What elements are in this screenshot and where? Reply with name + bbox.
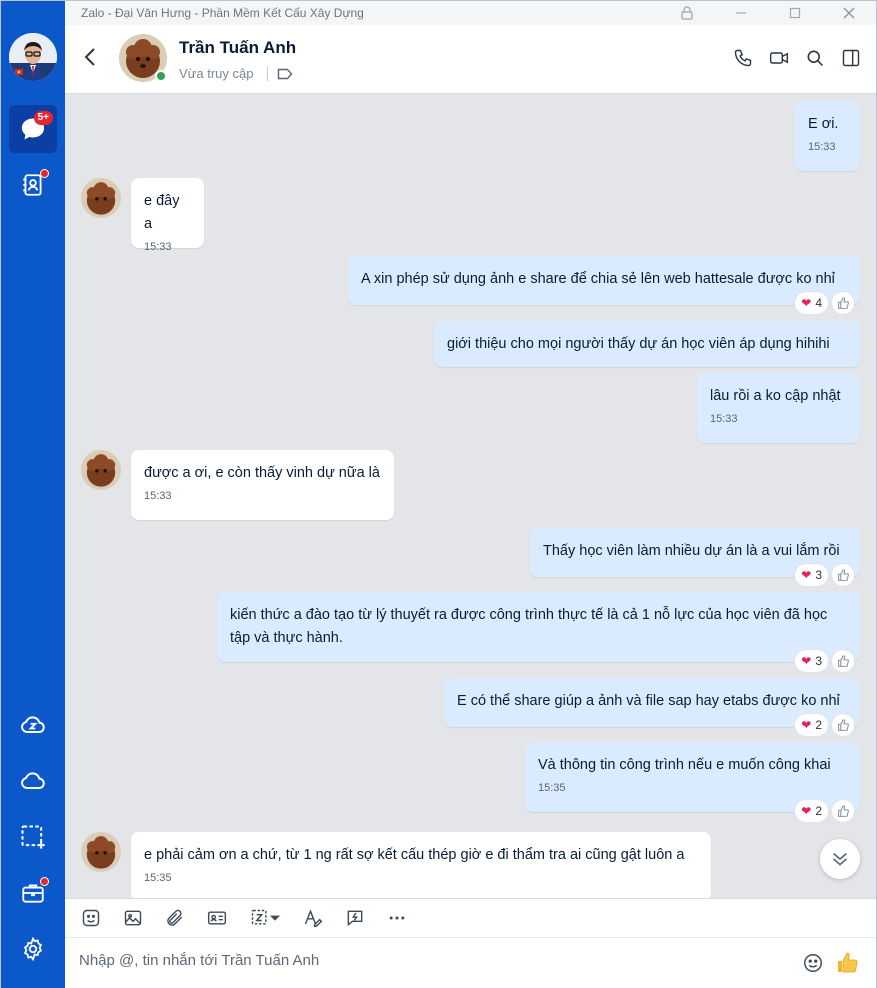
message-bubble-incoming[interactable]: e phải cảm ơn a chứ, từ 1 ng rất sợ kết … <box>131 832 711 898</box>
message-bubble-incoming[interactable]: được a ơi, e còn thấy vinh dự nữa là 15:… <box>131 450 394 520</box>
attachment-icon[interactable] <box>163 906 187 930</box>
composer-toolbar <box>65 898 876 938</box>
heart-reaction[interactable]: ❤ 2 <box>795 714 828 736</box>
message-text: kiến thức a đào tạo từ lý thuyết ra được… <box>230 607 828 646</box>
message-text: A xin phép sử dụng ảnh e share để chia s… <box>361 271 835 287</box>
heart-reaction[interactable]: ❤ 2 <box>795 800 828 822</box>
contact-card-icon[interactable] <box>205 906 229 930</box>
back-icon[interactable] <box>83 47 97 72</box>
notification-dot <box>40 877 49 886</box>
heart-reaction[interactable]: ❤ 3 <box>795 564 828 586</box>
message-reactions[interactable]: ❤ 2 <box>795 714 854 736</box>
message-text: giới thiệu cho mọi người thấy dự án học … <box>447 336 830 352</box>
close-button[interactable] <box>822 1 876 25</box>
message-text: e phải cảm ơn a chứ, từ 1 ng rất sợ kết … <box>144 847 685 863</box>
gear-icon <box>23 936 43 962</box>
sidebar-toggle-icon[interactable] <box>840 47 862 69</box>
message-reactions[interactable]: ❤ 3 <box>795 564 854 586</box>
sticker-icon[interactable] <box>79 906 103 930</box>
heart-reaction[interactable]: ❤ 4 <box>795 292 828 314</box>
sidebar-item-screenshot[interactable] <box>9 813 57 861</box>
divider <box>267 67 268 81</box>
like-icon[interactable] <box>832 650 854 672</box>
contact-avatar-small[interactable] <box>81 450 121 490</box>
contact-avatar-small[interactable] <box>81 832 121 872</box>
contact-avatar-small[interactable] <box>81 178 121 218</box>
message-reactions[interactable]: ❤ 3 <box>795 650 854 672</box>
message-bubble-incoming[interactable]: e đây a 15:33 <box>131 178 204 253</box>
video-call-icon[interactable] <box>768 47 790 69</box>
image-icon[interactable] <box>121 906 145 930</box>
sidebar: 5+ <box>1 1 65 988</box>
window-titlebar: Zalo - Đại Văn Hưng - Phần Mềm Kết Cấu X… <box>65 1 876 25</box>
minimize-button[interactable] <box>714 1 768 25</box>
conversation-header: Trần Tuấn Anh Vừa truy cập <box>65 25 876 94</box>
scroll-to-bottom-button[interactable] <box>820 839 860 879</box>
notification-dot <box>40 169 49 178</box>
message-time: 15:33 <box>144 490 172 502</box>
like-icon[interactable] <box>832 564 854 586</box>
zcloud-icon <box>21 716 45 733</box>
contact-status: Vừa truy cập <box>179 66 254 81</box>
emoji-icon[interactable] <box>802 952 824 979</box>
search-icon[interactable] <box>804 47 826 69</box>
heart-reaction[interactable]: ❤ 3 <box>795 650 828 672</box>
phone-icon[interactable] <box>732 47 754 69</box>
window-title: Zalo - Đại Văn Hưng - Phần Mềm Kết Cấu X… <box>81 6 364 20</box>
message-text: lâu rồi a ko cập nhật <box>710 388 841 404</box>
sidebar-item-messages[interactable]: 5+ <box>9 105 57 153</box>
message-input[interactable] <box>79 952 779 969</box>
message-time: 15:35 <box>144 872 172 884</box>
message-text: Thấy học viên làm nhiều dự án là a vui l… <box>543 543 840 559</box>
more-options-icon[interactable] <box>385 906 409 930</box>
lock-icon[interactable] <box>660 1 714 25</box>
sidebar-item-toolbox[interactable] <box>9 869 57 917</box>
message-composer <box>65 938 876 988</box>
contact-name[interactable]: Trần Tuấn Anh <box>179 38 296 58</box>
screenshot-icon <box>21 825 45 849</box>
sidebar-item-zalo-cloud[interactable] <box>9 701 57 749</box>
like-icon[interactable] <box>832 800 854 822</box>
like-icon[interactable] <box>832 714 854 736</box>
user-avatar[interactable] <box>9 33 57 81</box>
message-time: 15:33 <box>144 241 172 253</box>
like-icon[interactable] <box>832 292 854 314</box>
message-reactions[interactable]: ❤ 2 <box>795 800 854 822</box>
unread-badge: 5+ <box>33 111 53 125</box>
message-time: 15:33 <box>808 141 836 153</box>
message-bubble-outgoing[interactable]: A xin phép sử dụng ảnh e share để chia s… <box>348 256 860 305</box>
message-list[interactable]: E ơi. 15:33 e đây a 15:33 A xin phép sử … <box>65 95 876 898</box>
sidebar-item-cloud[interactable] <box>9 757 57 805</box>
message-text: được a ơi, e còn thấy vinh dự nữa là <box>144 465 380 481</box>
zalo-window: 5+ Zalo - Đại Văn Hưng - Phần Mềm Kết Cấ… <box>0 0 877 988</box>
maximize-button[interactable] <box>768 1 822 25</box>
message-time: 15:33 <box>710 413 738 425</box>
message-text: E ơi. <box>808 116 839 132</box>
tag-icon[interactable] <box>277 67 293 86</box>
message-reactions[interactable]: ❤ 4 <box>795 292 854 314</box>
message-text: E có thể share giúp a ảnh và file sap ha… <box>457 693 840 709</box>
cloud-icon <box>21 772 45 789</box>
thumbs-up-icon[interactable] <box>836 951 860 980</box>
message-bubble-outgoing[interactable]: kiến thức a đào tạo từ lý thuyết ra được… <box>217 592 860 662</box>
message-time: 15:35 <box>538 782 566 794</box>
sidebar-item-contacts[interactable] <box>9 161 57 209</box>
double-chevron-down-icon <box>833 852 847 866</box>
message-text: e đây a <box>144 193 180 232</box>
message-text: Và thông tin công trình nếu e muốn công … <box>538 757 831 773</box>
message-bubble-outgoing[interactable]: giới thiệu cho mọi người thấy dự án học … <box>434 321 860 367</box>
text-format-icon[interactable] <box>301 906 325 930</box>
quick-message-icon[interactable] <box>343 906 367 930</box>
sidebar-item-settings[interactable] <box>9 925 57 973</box>
message-bubble-outgoing[interactable]: E ơi. 15:33 <box>795 101 860 171</box>
header-actions <box>732 47 862 69</box>
screenshot-dropdown-icon[interactable] <box>247 906 283 930</box>
message-bubble-outgoing[interactable]: lâu rồi a ko cập nhật 15:33 <box>697 373 860 443</box>
online-indicator <box>155 70 167 82</box>
